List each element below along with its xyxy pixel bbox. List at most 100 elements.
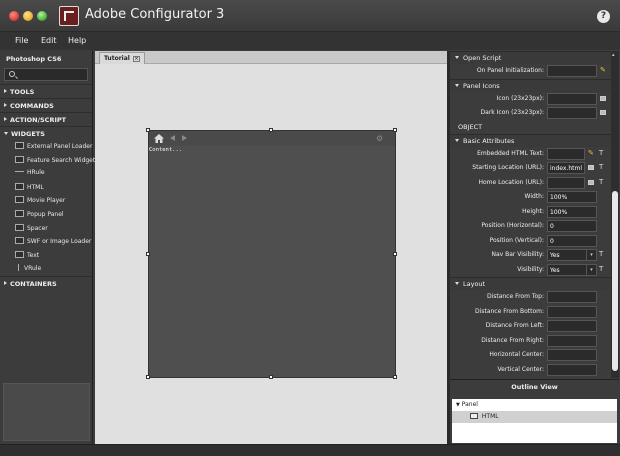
- prop-icon: Icon (23x23px):: [450, 92, 611, 107]
- widget-spacer[interactable]: Spacer: [0, 222, 92, 236]
- height-field[interactable]: 100%: [547, 205, 597, 218]
- widget-label: Movie Player: [27, 197, 66, 205]
- widget-html[interactable]: HTML: [0, 181, 92, 195]
- category-action-script[interactable]: ACTION/SCRIPT: [0, 112, 92, 126]
- spacer-icon: [15, 223, 24, 231]
- widget-movie-player[interactable]: Movie Player: [0, 194, 92, 208]
- widget-popup-panel[interactable]: Popup Panel: [0, 208, 92, 222]
- widget-preview-area: [3, 383, 90, 441]
- position-horizontal-field[interactable]: 0: [547, 220, 597, 232]
- resize-handle-left[interactable]: [146, 252, 150, 256]
- resize-handle-top[interactable]: [269, 128, 273, 132]
- widget-hrule[interactable]: HRule: [0, 167, 92, 181]
- text-mode-icon[interactable]: T: [599, 164, 605, 171]
- starting-location-field[interactable]: index.html: [547, 162, 585, 174]
- on-panel-init-field[interactable]: [547, 65, 597, 77]
- nav-bar-visibility-select[interactable]: Yes ▾: [547, 249, 597, 261]
- section-title: Open Script: [463, 54, 502, 62]
- menu-edit[interactable]: Edit: [41, 36, 57, 45]
- resize-handle-right[interactable]: [393, 252, 397, 256]
- library-search-input[interactable]: [4, 68, 88, 81]
- gear-icon[interactable]: ⚙: [376, 134, 389, 143]
- widget-feature-search[interactable]: Feature Search Widget: [0, 154, 95, 168]
- document-canvas[interactable]: Tutorial × ⚙ Content...: [95, 51, 447, 444]
- text-mode-icon[interactable]: T: [599, 178, 605, 185]
- scrollbar-thumb[interactable]: [612, 191, 618, 371]
- dropdown-arrow-icon: ▾: [586, 264, 596, 275]
- prop-label: Distance From Bottom:: [475, 307, 544, 315]
- resize-handle-top-right[interactable]: [393, 128, 397, 132]
- width-field[interactable]: 100%: [547, 191, 597, 203]
- category-commands[interactable]: COMMANDS: [0, 98, 92, 112]
- icon-field[interactable]: [547, 92, 597, 105]
- help-button[interactable]: ?: [597, 10, 610, 23]
- horizontal-center-field[interactable]: [547, 349, 597, 361]
- distance-right-field[interactable]: [547, 334, 597, 347]
- section-basic-attributes[interactable]: Basic Attributes: [450, 133, 611, 147]
- menu-help[interactable]: Help: [68, 36, 86, 45]
- category-tools[interactable]: TOOLS: [0, 84, 92, 98]
- menu-file[interactable]: File: [15, 36, 28, 45]
- minimize-window-button[interactable]: [23, 11, 33, 21]
- outline-tree: ▼ Panel HTML: [452, 399, 617, 443]
- section-panel-icons[interactable]: Panel Icons: [450, 78, 611, 92]
- prop-label: Starting Location (URL):: [472, 164, 544, 171]
- text-mode-icon[interactable]: T: [599, 251, 605, 258]
- distance-left-field[interactable]: [547, 320, 597, 332]
- browse-folder-icon[interactable]: [588, 165, 594, 170]
- panel-preview[interactable]: ⚙ Content...: [148, 130, 396, 378]
- category-label: COMMANDS: [10, 102, 54, 110]
- properties-scrollbar[interactable]: ▴: [611, 51, 619, 378]
- close-tab-icon[interactable]: ×: [132, 56, 140, 62]
- widget-vrule[interactable]: VRule: [0, 262, 92, 276]
- home-location-field[interactable]: [547, 176, 585, 189]
- scroll-up-icon[interactable]: ▴: [612, 52, 618, 58]
- back-arrow-icon[interactable]: [170, 135, 175, 141]
- widget-external-panel-loader[interactable]: External Panel Loader: [0, 140, 92, 154]
- resize-handle-bottom-left[interactable]: [146, 375, 150, 379]
- outline-item-html[interactable]: HTML: [452, 411, 617, 423]
- embedded-html-field[interactable]: [547, 147, 585, 160]
- close-window-button[interactable]: [9, 11, 19, 21]
- category-label: TOOLS: [10, 88, 35, 96]
- zoom-window-button[interactable]: [37, 11, 47, 21]
- visibility-select[interactable]: Yes ▾: [547, 263, 597, 276]
- widget-text[interactable]: Text: [0, 249, 92, 263]
- edit-pencil-icon[interactable]: ✎: [588, 149, 594, 156]
- prop-position-vertical: Position (Vertical): 0: [450, 234, 611, 249]
- distance-top-field[interactable]: [547, 291, 597, 303]
- menu-bar: File Edit Help: [0, 32, 620, 50]
- section-open-script[interactable]: Open Script: [450, 51, 611, 64]
- prop-home-location: Home Location (URL): T: [450, 176, 611, 191]
- outline-item-panel[interactable]: ▼ Panel: [452, 399, 617, 411]
- text-mode-icon[interactable]: T: [599, 265, 605, 272]
- browse-folder-icon[interactable]: [588, 179, 594, 185]
- collapse-arrow-icon: [455, 56, 459, 59]
- tab-tutorial[interactable]: Tutorial ×: [99, 52, 145, 64]
- distance-bottom-field[interactable]: [547, 305, 597, 318]
- text-mode-icon[interactable]: T: [599, 149, 605, 156]
- prop-label: Height:: [522, 207, 544, 215]
- prop-starting-location: Starting Location (URL): index.html T: [450, 161, 611, 176]
- resize-handle-bottom[interactable]: [269, 375, 273, 379]
- browse-folder-icon[interactable]: [600, 110, 606, 115]
- category-containers[interactable]: CONTAINERS: [0, 275, 92, 290]
- edit-pencil-icon[interactable]: ✎: [600, 67, 606, 74]
- browse-folder-icon[interactable]: [600, 95, 606, 101]
- vertical-center-field[interactable]: [547, 363, 597, 376]
- widget-swf-loader[interactable]: SWF or Image Loader: [0, 235, 92, 249]
- resize-handle-bottom-right[interactable]: [393, 375, 397, 379]
- category-widgets[interactable]: WIDGETS: [0, 126, 92, 140]
- forward-arrow-icon[interactable]: [182, 135, 187, 141]
- prop-label: Home Location (URL):: [478, 178, 544, 186]
- widget-label: VRule: [24, 265, 42, 273]
- dark-icon-field[interactable]: [547, 107, 597, 119]
- select-value: Yes: [550, 266, 560, 274]
- section-layout[interactable]: Layout: [450, 277, 611, 290]
- prop-distance-top: Distance From Top:: [450, 290, 611, 305]
- resize-handle-top-left[interactable]: [146, 128, 150, 132]
- position-vertical-field[interactable]: 0: [547, 234, 597, 247]
- home-icon[interactable]: [154, 134, 164, 143]
- widget-label: Popup Panel: [27, 210, 64, 218]
- prop-label: Distance From Left:: [485, 322, 544, 329]
